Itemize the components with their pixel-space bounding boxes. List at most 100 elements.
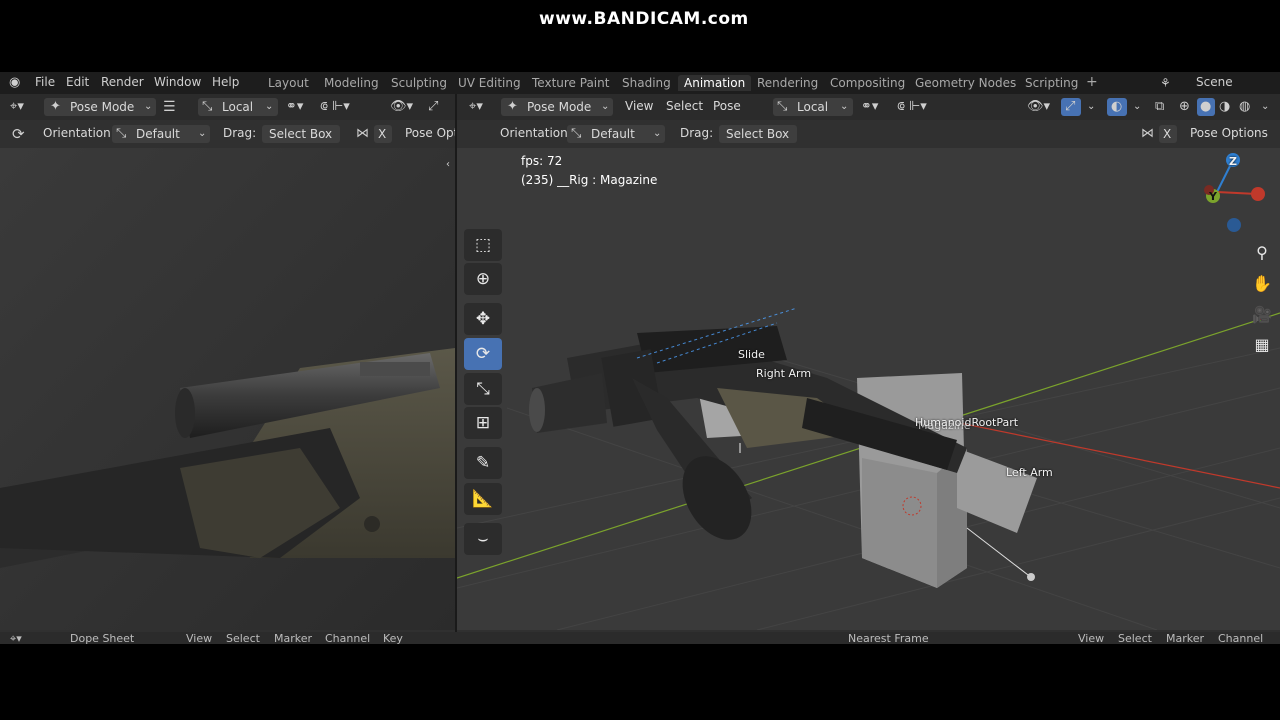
editor-type-icon[interactable]: ⌖▾ <box>10 632 22 644</box>
chevron-down-icon[interactable]: ⌄ <box>1133 100 1141 114</box>
tab-scripting[interactable]: Scripting <box>1025 76 1078 90</box>
snap-dropdown[interactable]: Nearest Frame <box>848 632 929 644</box>
menu-marker[interactable]: Marker <box>274 632 312 644</box>
visibility-icon[interactable]: 👁▾ <box>390 100 413 114</box>
gizmo-icon[interactable]: ⤢ <box>428 100 438 114</box>
bone-label-slide[interactable]: Slide <box>738 348 765 361</box>
main-3d-viewport[interactable]: fps: 72 (235) __Rig : Magazine Slide Rig… <box>457 148 1280 630</box>
editor-type-icon[interactable]: ⌖▾ <box>10 100 24 114</box>
pose-options-dropdown[interactable]: Pose Opti <box>405 126 462 140</box>
drag-value: Select Box <box>726 127 790 141</box>
transform-orientation-dropdown[interactable]: ⤡ Local ⌄ <box>198 98 278 116</box>
rotate-tool[interactable]: ⟳ <box>464 338 502 370</box>
add-workspace-button[interactable]: + <box>1086 74 1098 90</box>
zoom-icon[interactable]: ⚲ <box>1250 241 1274 265</box>
orientation-label: Orientation: <box>500 126 572 140</box>
dope-sheet-mode[interactable]: Dope Sheet <box>70 632 134 644</box>
menu-channel[interactable]: Channel <box>325 632 370 644</box>
wireframe-shading-icon[interactable]: ⊕ <box>1179 100 1190 114</box>
mirror-icon[interactable]: ⋈ <box>1141 127 1154 141</box>
tab-layout[interactable]: Layout <box>268 76 309 90</box>
editor-type-icon[interactable]: ⌖▾ <box>469 100 483 114</box>
bone-label-right-arm[interactable]: Right Arm <box>756 367 811 380</box>
relax-tool[interactable]: ⌣ <box>464 523 502 555</box>
cursor-tool[interactable]: ⊕ <box>464 263 502 295</box>
solid-shading-toggle[interactable]: ● <box>1197 98 1215 116</box>
menu-pose[interactable]: Pose <box>713 99 741 113</box>
pivot-icon[interactable]: ⚭▾ <box>286 100 303 114</box>
camera-icon[interactable]: 🎥 <box>1250 303 1274 327</box>
collapse-arrow-icon[interactable]: ‹ <box>446 158 450 172</box>
menu-render[interactable]: Render <box>101 75 144 89</box>
menu-view[interactable]: View <box>186 632 212 644</box>
tab-texture-paint[interactable]: Texture Paint <box>532 76 609 90</box>
transform-orientation-dropdown[interactable]: ⤡ Local ⌄ <box>773 98 853 116</box>
chevron-down-icon: ⌄ <box>144 101 153 112</box>
tab-compositing[interactable]: Compositing <box>830 76 905 90</box>
chevron-down-icon: ⌄ <box>840 101 849 112</box>
tab-animation[interactable]: Animation <box>678 75 752 91</box>
drag-value: Select Box <box>269 127 333 141</box>
tab-modeling[interactable]: Modeling <box>324 76 379 90</box>
overlay-toggle[interactable]: ◐ <box>1107 98 1127 116</box>
mirror-x-toggle[interactable]: X <box>374 125 392 143</box>
menu-file[interactable]: File <box>35 75 55 89</box>
pivot-icon[interactable]: ⚭▾ <box>861 100 878 114</box>
mode-dropdown[interactable]: ✦ Pose Mode ⌄ <box>44 98 156 116</box>
menu-view[interactable]: View <box>625 99 653 113</box>
select-box-tool[interactable]: ⬚ <box>464 229 502 261</box>
left-viewport[interactable]: ‹ <box>0 148 455 630</box>
annotate-tool[interactable]: ✎ <box>464 447 502 479</box>
tab-geometry-nodes[interactable]: Geometry Nodes <box>915 76 1016 90</box>
hamburger-menu-icon[interactable]: ☰ <box>163 100 176 114</box>
transform-tool[interactable]: ⊞ <box>464 407 502 439</box>
mirror-icon[interactable]: ⋈ <box>356 127 369 141</box>
chevron-down-icon[interactable]: ⌄ <box>1261 100 1269 114</box>
mode-dropdown[interactable]: ✦ Pose Mode ⌄ <box>501 98 613 116</box>
scene-icon[interactable]: ⚘ <box>1160 76 1171 90</box>
mode-label: Pose Mode <box>527 100 592 114</box>
xray-icon[interactable]: ⧉ <box>1155 100 1164 114</box>
rendered-shading-icon[interactable]: ◍ <box>1239 100 1250 114</box>
graph-menu-view[interactable]: View <box>1078 632 1104 644</box>
menu-window[interactable]: Window <box>154 75 201 89</box>
snap-icon[interactable]: ⟃ ⊩▾ <box>320 100 350 114</box>
blender-logo-icon[interactable]: ◉ <box>9 76 20 90</box>
graph-menu-channel[interactable]: Channel <box>1218 632 1263 644</box>
viewport-scene <box>457 148 1280 630</box>
tab-shading[interactable]: Shading <box>622 76 671 90</box>
gizmo-toggle[interactable]: ⤢ <box>1061 98 1081 116</box>
bone-label-root[interactable]: HumanoidRootPart <box>915 416 1018 429</box>
orientation-dropdown[interactable]: ⤡ Default ⌄ <box>567 125 665 143</box>
bandicam-watermark: www.BANDICAM.com <box>539 9 749 29</box>
bone-label-left-arm[interactable]: Left Arm <box>1006 466 1053 479</box>
orientation-dropdown[interactable]: ⤡ Default ⌄ <box>112 125 210 143</box>
solid-shading-icon: ● <box>1200 99 1212 114</box>
menu-help[interactable]: Help <box>212 75 239 89</box>
menu-select[interactable]: Select <box>226 632 260 644</box>
drag-dropdown[interactable]: Select Box <box>719 125 797 143</box>
mirror-x-toggle[interactable]: X <box>1159 125 1177 143</box>
measure-tool[interactable]: 📐 <box>464 483 502 515</box>
drag-dropdown[interactable]: Select Box <box>262 125 340 143</box>
blender-window: ◉ File Edit Render Window Help Layout Mo… <box>0 72 1280 644</box>
menu-key[interactable]: Key <box>383 632 403 644</box>
material-shading-icon[interactable]: ◑ <box>1219 100 1230 114</box>
scale-tool[interactable]: ⤡ <box>464 373 502 405</box>
perspective-grid-icon[interactable]: ▦ <box>1250 333 1274 357</box>
pan-hand-icon[interactable]: ✋ <box>1250 272 1274 296</box>
chevron-down-icon[interactable]: ⌄ <box>1087 100 1095 114</box>
pose-options-dropdown[interactable]: Pose Options <box>1190 126 1268 140</box>
scene-name[interactable]: Scene <box>1196 75 1233 89</box>
menu-select[interactable]: Select <box>666 99 703 113</box>
visibility-icon[interactable]: 👁▾ <box>1027 100 1050 114</box>
tab-sculpting[interactable]: Sculpting <box>391 76 447 90</box>
tab-uv-editing[interactable]: UV Editing <box>458 76 521 90</box>
graph-menu-marker[interactable]: Marker <box>1166 632 1204 644</box>
graph-menu-select[interactable]: Select <box>1118 632 1152 644</box>
menu-edit[interactable]: Edit <box>66 75 89 89</box>
rotate-tool-icon: ⟳ <box>12 125 25 143</box>
move-tool[interactable]: ✥ <box>464 303 502 335</box>
tab-rendering[interactable]: Rendering <box>757 76 818 90</box>
snap-icon[interactable]: ⟃ ⊩▾ <box>897 100 927 114</box>
